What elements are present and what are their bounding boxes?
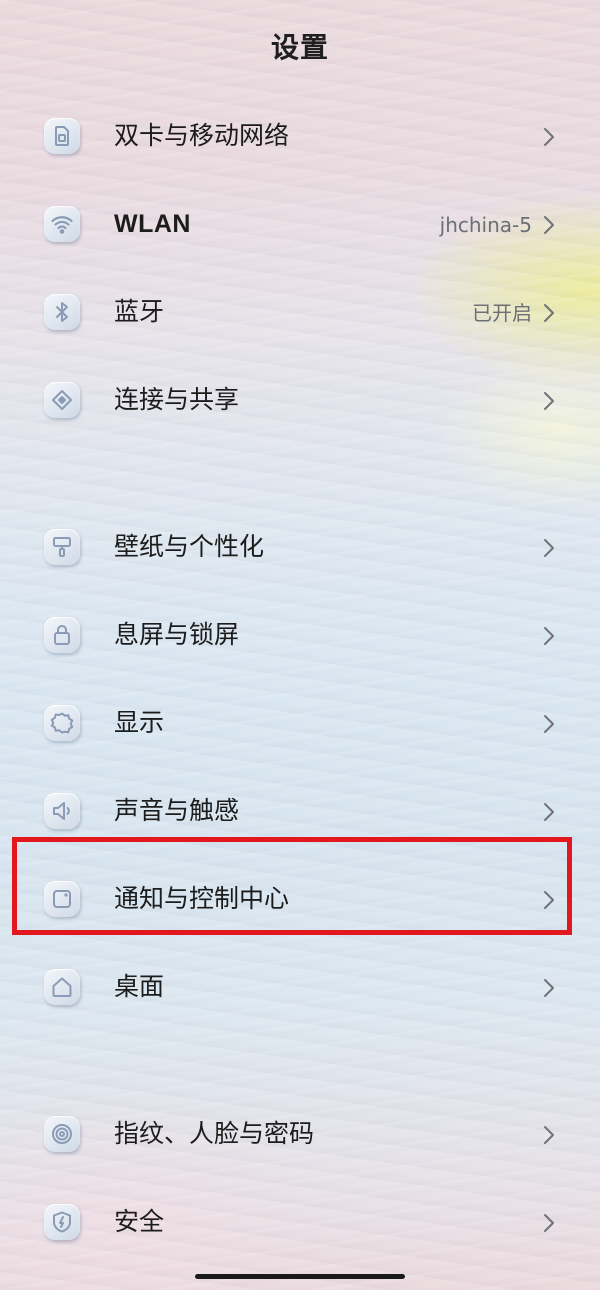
chevron-right-icon (544, 1214, 554, 1232)
chevron-right-icon (544, 803, 554, 821)
settings-item-label: WLAN (114, 210, 191, 238)
bluetooth-icon (44, 294, 80, 330)
chevron-right-icon (544, 979, 554, 997)
paint-roller-icon (44, 529, 80, 565)
bluetooth-status: 已开启 (472, 301, 532, 325)
settings-item-fingerprint[interactable]: 指纹、人脸与密码 (0, 1096, 600, 1176)
chevron-right-icon (544, 216, 554, 234)
home-indicator-bar[interactable] (195, 1274, 405, 1279)
settings-item-label: 安全 (114, 1207, 165, 1236)
chevron-right-icon (544, 627, 554, 645)
settings-item-label: 连接与共享 (114, 385, 240, 414)
chevron-right-icon (544, 1126, 554, 1144)
chevron-right-icon (544, 392, 554, 410)
settings-item-label: 显示 (114, 708, 165, 737)
fingerprint-icon (44, 1116, 80, 1152)
chevron-right-icon (544, 304, 554, 322)
home-icon (44, 969, 80, 1005)
connection-share-icon (44, 382, 80, 418)
settings-item-connection-sharing[interactable]: 连接与共享 (0, 362, 600, 442)
highlight-box (12, 837, 572, 935)
page-title: 设置 (270, 31, 329, 64)
settings-item-display[interactable]: 显示 (0, 685, 600, 765)
settings-item-label: 蓝牙 (114, 297, 165, 326)
chevron-right-icon (544, 128, 554, 146)
wifi-icon (44, 206, 80, 242)
settings-item-label: 息屏与锁屏 (114, 620, 240, 649)
settings-item-home-screen[interactable]: 桌面 (0, 949, 600, 1029)
settings-item-lock-screen[interactable]: 息屏与锁屏 (0, 597, 600, 677)
sim-card-icon (44, 118, 80, 154)
settings-item-security[interactable]: 安全 (0, 1184, 600, 1264)
wifi-network-name: jhchina-5 (439, 213, 532, 237)
lock-icon (44, 617, 80, 653)
settings-item-bluetooth[interactable]: 蓝牙 已开启 (0, 274, 600, 354)
settings-item-sim[interactable]: 双卡与移动网络 (0, 98, 600, 178)
chevron-right-icon (544, 539, 554, 557)
chevron-right-icon (544, 715, 554, 733)
settings-item-label: 指纹、人脸与密码 (114, 1119, 315, 1148)
settings-item-wlan[interactable]: WLAN jhchina-5 (0, 186, 600, 266)
settings-item-label: 声音与触感 (114, 796, 240, 825)
brightness-icon (44, 705, 80, 741)
settings-item-label: 双卡与移动网络 (114, 121, 290, 150)
shield-icon (44, 1204, 80, 1240)
settings-item-wallpaper[interactable]: 壁纸与个性化 (0, 509, 600, 589)
speaker-icon (44, 793, 80, 829)
settings-item-label: 壁纸与个性化 (114, 532, 265, 561)
settings-item-label: 桌面 (114, 972, 165, 1001)
